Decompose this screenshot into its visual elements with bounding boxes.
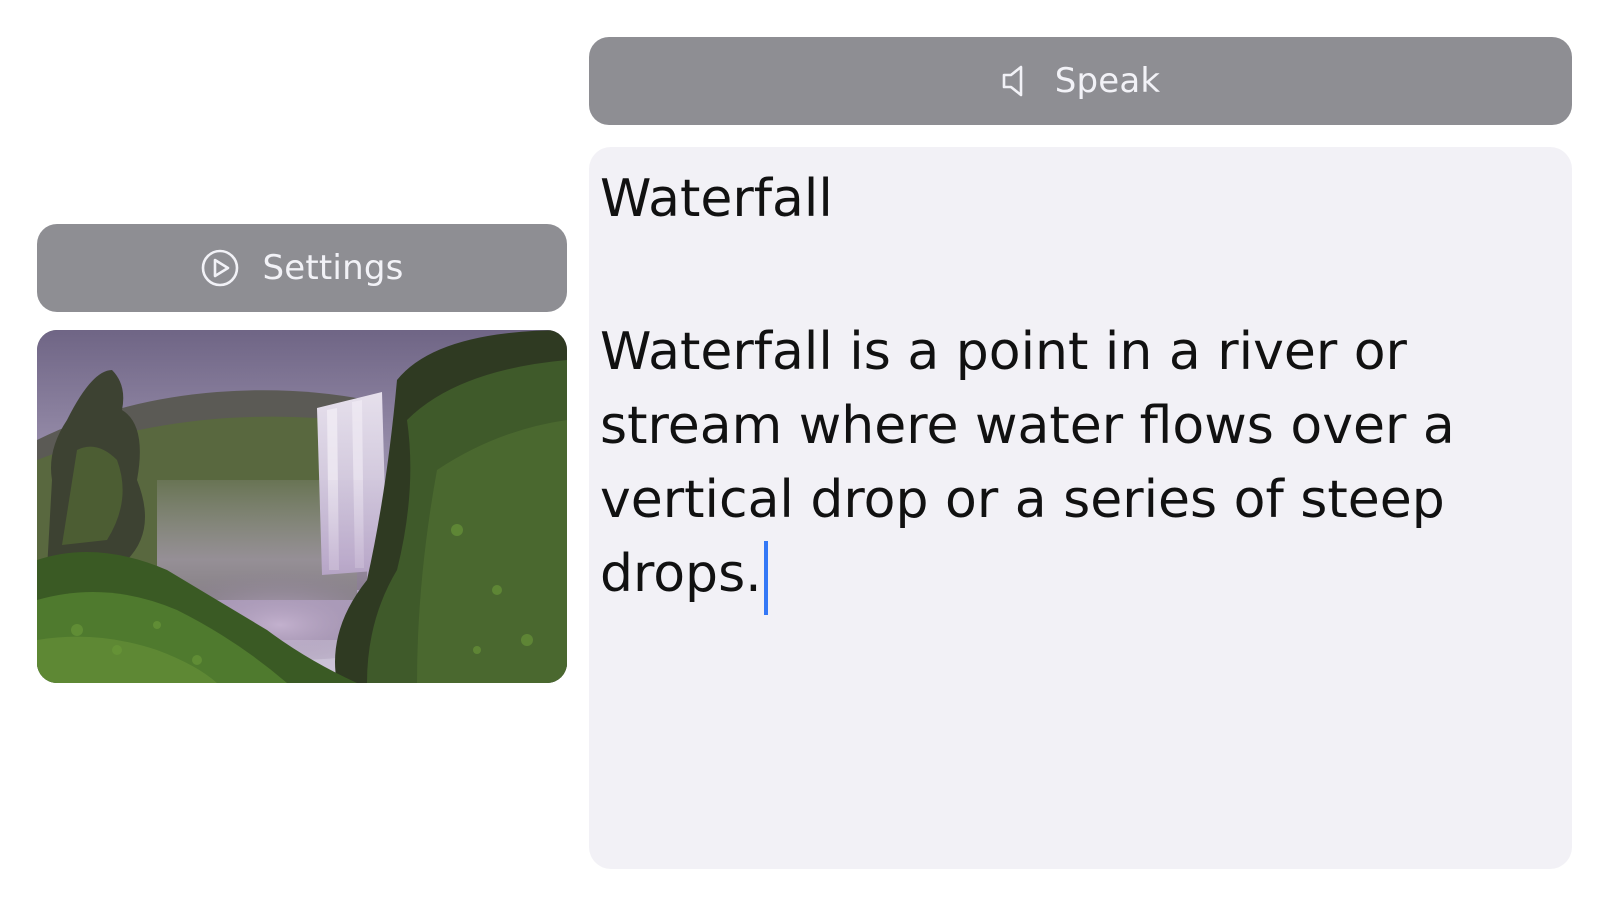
document-body: Waterfall is a point in a river or strea… [600,315,1542,615]
speak-button[interactable]: Speak [589,37,1572,125]
text-caret [763,541,768,615]
play-circle-icon [200,248,240,288]
document-body-text: Waterfall is a point in a river or strea… [600,322,1455,604]
text-editor[interactable]: Waterfall Waterfall is a point in a rive… [589,147,1572,869]
app-window: Speak Settings Waterfall Waterfall is a … [0,0,1599,900]
speaker-icon [1001,64,1029,98]
waterfall-photo [37,330,567,683]
settings-button-label: Settings [262,248,404,288]
document-title: Waterfall [600,169,833,229]
speak-button-label: Speak [1054,61,1161,101]
settings-button[interactable]: Settings [37,224,567,312]
